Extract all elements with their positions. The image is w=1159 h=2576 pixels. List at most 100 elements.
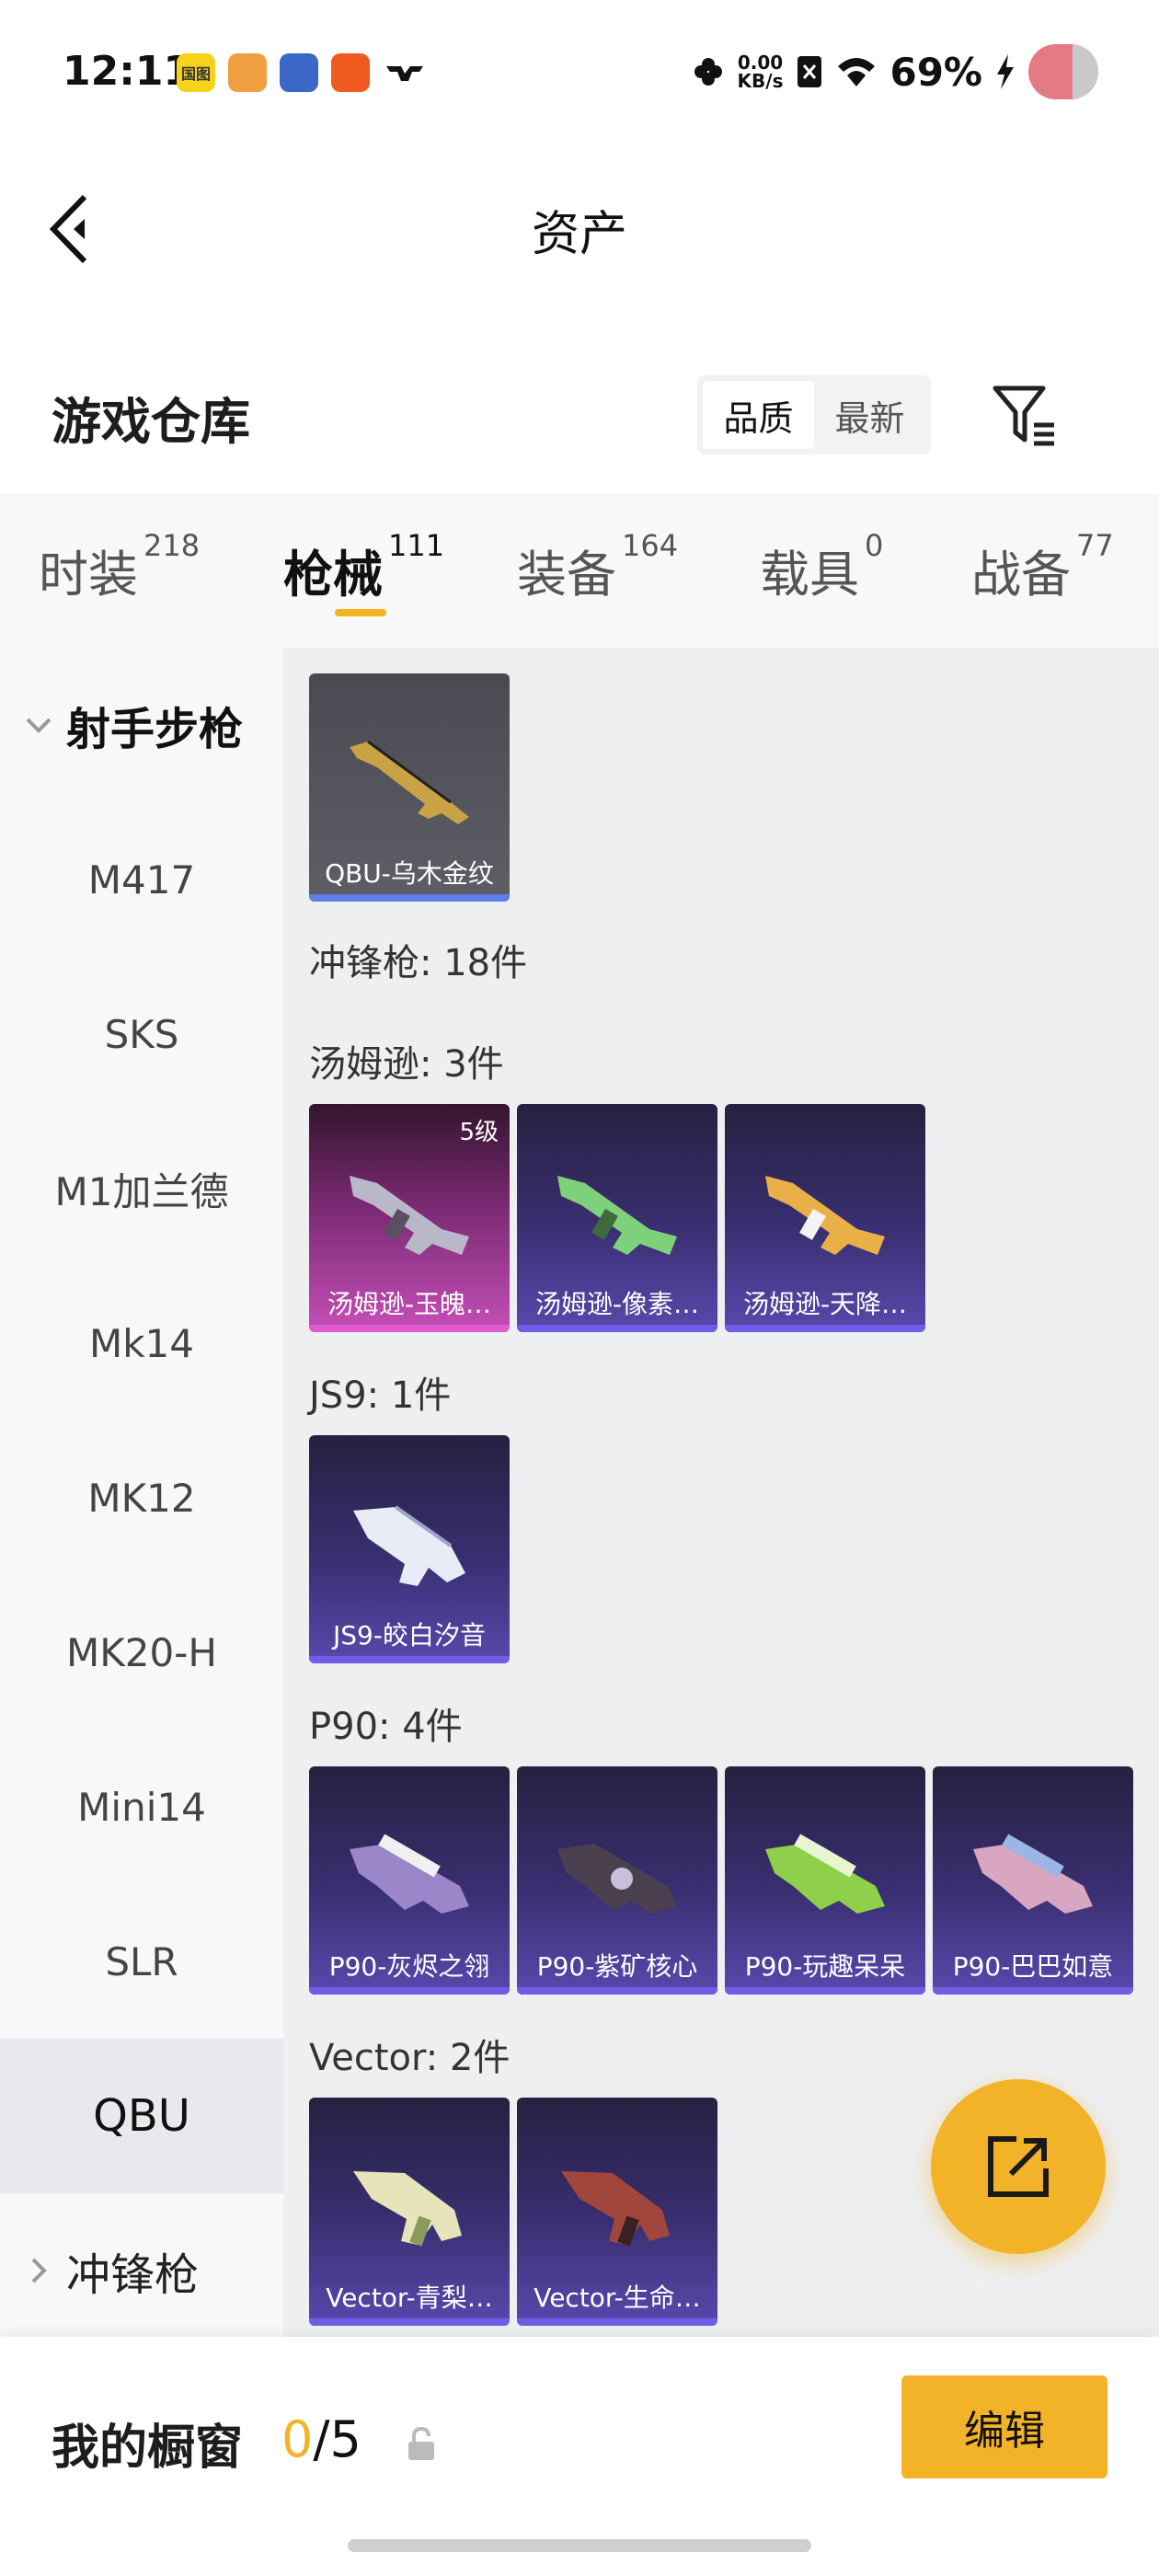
filter-icon bbox=[993, 385, 1054, 446]
page-title: 资产 bbox=[531, 207, 627, 262]
tab-label: 战备 bbox=[971, 546, 1071, 604]
skin-name: Vector-青梨… bbox=[326, 2283, 493, 2313]
skin-name: 汤姆逊-玉魄… bbox=[327, 1289, 492, 1319]
skin-name: QBU-乌木金纹 bbox=[325, 858, 494, 889]
rarity-bar bbox=[725, 1325, 925, 1332]
net-speed-unit: KB/s bbox=[737, 70, 784, 92]
skin-name: P90-玩趣呆呆 bbox=[744, 1951, 906, 1982]
tab-fashion[interactable]: 时装 218 bbox=[39, 528, 200, 606]
skin-card[interactable]: Vector-青梨… bbox=[309, 2098, 510, 2326]
skin-name: 汤姆逊-像素… bbox=[534, 1289, 700, 1319]
sidebar-group-label: 冲锋枪 bbox=[66, 2249, 200, 2301]
skin-name: P90-紫矿核心 bbox=[536, 1951, 698, 1982]
category-count-smg: 冲锋枪: 18件 bbox=[309, 942, 528, 984]
skin-name: P90-灰烬之翎 bbox=[328, 1951, 490, 1982]
skin-card[interactable]: P90-灰烬之翎 bbox=[309, 1766, 510, 1995]
sort-toggle: 品质 最新 bbox=[697, 375, 931, 454]
tab-vehicles[interactable]: 载具 0 bbox=[760, 528, 883, 606]
sidebar-item-qbu[interactable]: QBU bbox=[0, 2039, 283, 2193]
sim-off-icon bbox=[798, 56, 822, 87]
share-button[interactable] bbox=[931, 2079, 1106, 2254]
tab-equipment[interactable]: 装备 164 bbox=[517, 528, 678, 606]
showcase-bar: 我的橱窗 0/5 编辑 bbox=[0, 2337, 1159, 2576]
weapon-group-label: Vector: 2件 bbox=[309, 2037, 511, 2079]
skin-name: 汤姆逊-天降… bbox=[742, 1289, 908, 1319]
rarity-bar bbox=[725, 1987, 925, 1995]
rarity-bar bbox=[933, 1987, 1133, 1995]
showcase-title: 我的橱窗 bbox=[52, 2421, 244, 2476]
wifi-icon bbox=[838, 58, 876, 86]
rarity-bar bbox=[309, 1656, 510, 1663]
sidebar-item-mk20h[interactable]: MK20-H bbox=[0, 1575, 283, 1730]
sort-quality-button[interactable]: 品质 bbox=[703, 381, 814, 449]
sidebar-item-mk14[interactable]: Mk14 bbox=[0, 1266, 283, 1420]
rarity-bar bbox=[309, 1987, 510, 1995]
rarity-bar bbox=[309, 894, 510, 902]
sidebar-item-m417[interactable]: M417 bbox=[0, 802, 283, 957]
showcase-count: 0/5 bbox=[281, 2410, 361, 2468]
sidebar-item-mini14[interactable]: Mini14 bbox=[0, 1730, 283, 1884]
smg-icon bbox=[350, 1834, 469, 1914]
skin-card[interactable]: 汤姆逊-像素… bbox=[517, 1104, 717, 1332]
chevron-right-icon bbox=[31, 2258, 47, 2283]
category-tabs: 时装 218 枪械 111 装备 164 载具 0 战备 77 bbox=[0, 493, 1159, 648]
status-right: 0.00 KB/s 69% bbox=[692, 44, 1098, 99]
rarity-bar bbox=[517, 1987, 717, 1995]
warehouse-title: 游戏仓库 bbox=[52, 393, 250, 451]
sidebar-group-label: 射手步枪 bbox=[66, 704, 244, 755]
top-bar: 资产 bbox=[0, 147, 1159, 304]
smg-icon bbox=[353, 2171, 462, 2247]
flower-icon bbox=[694, 58, 722, 86]
level-badge: 5级 bbox=[459, 1119, 499, 1146]
tab-label: 时装 bbox=[39, 546, 138, 604]
smg-icon bbox=[350, 1176, 469, 1255]
rarity-bar bbox=[517, 1325, 717, 1332]
net-speed-value: 0.00 bbox=[737, 52, 784, 74]
share-icon bbox=[988, 2136, 1049, 2197]
rarity-bar bbox=[309, 2318, 510, 2326]
sidebar-item-slr[interactable]: SLR bbox=[0, 1884, 283, 2039]
skin-card[interactable]: 5级 汤姆逊-玉魄… bbox=[309, 1104, 510, 1332]
skin-card[interactable]: P90-玩趣呆呆 bbox=[725, 1766, 925, 1995]
tab-supplies[interactable]: 战备 77 bbox=[971, 528, 1114, 606]
active-tab-indicator bbox=[335, 609, 386, 616]
sidebar-item-mk12[interactable]: MK12 bbox=[0, 1420, 283, 1575]
sidebar-item-sks[interactable]: SKS bbox=[0, 957, 283, 1111]
tab-count: 77 bbox=[1076, 528, 1114, 563]
smg-icon bbox=[765, 1834, 885, 1914]
app-icon-2 bbox=[228, 53, 267, 92]
filter-button[interactable] bbox=[988, 379, 1061, 453]
skin-card[interactable]: Vector-生命… bbox=[517, 2098, 717, 2326]
tab-label: 枪械 bbox=[283, 546, 383, 604]
chevron-down-icon bbox=[26, 718, 52, 733]
app-icon-3 bbox=[280, 53, 318, 92]
sort-newest-button[interactable]: 最新 bbox=[814, 381, 925, 449]
skin-card[interactable]: JS9-皎白汐音 bbox=[309, 1435, 510, 1663]
weapon-group-label: P90: 4件 bbox=[309, 1706, 463, 1748]
sidebar-item-m1-garand[interactable]: M1加兰德 bbox=[0, 1111, 283, 1266]
edit-button[interactable]: 编辑 bbox=[901, 2375, 1107, 2478]
skin-card[interactable]: 汤姆逊-天降… bbox=[725, 1104, 925, 1332]
tab-count: 218 bbox=[143, 528, 201, 563]
sidebar-group-smg[interactable]: 冲锋枪 bbox=[0, 2193, 283, 2348]
status-bar: 12:11 国图 0.00 KB/s 69% bbox=[0, 0, 1159, 147]
showcase-current: 0 bbox=[281, 2410, 314, 2468]
smg-icon bbox=[353, 1505, 465, 1586]
skin-card[interactable]: QBU-乌木金纹 bbox=[309, 673, 510, 902]
tab-count: 164 bbox=[622, 528, 679, 563]
skin-card[interactable]: P90-紫矿核心 bbox=[517, 1766, 717, 1995]
rarity-bar bbox=[517, 2318, 717, 2326]
status-time: 12:11 bbox=[63, 48, 192, 95]
skin-name: Vector-生命… bbox=[534, 2283, 701, 2313]
showcase-total: /5 bbox=[313, 2410, 361, 2468]
home-indicator[interactable] bbox=[348, 2539, 811, 2552]
skin-card[interactable]: P90-巴巴如意 bbox=[933, 1766, 1133, 1995]
weapon-group-label: 汤姆逊: 3件 bbox=[309, 1043, 504, 1086]
tab-guns[interactable]: 枪械 111 bbox=[283, 528, 444, 606]
app-icon-4 bbox=[331, 53, 370, 92]
sidebar-group-marksman[interactable]: 射手步枪 bbox=[0, 648, 283, 802]
lock-icon bbox=[408, 2426, 434, 2460]
app-icon-1: 国图 bbox=[177, 53, 215, 92]
skin-name: P90-巴巴如意 bbox=[952, 1951, 1114, 1982]
rarity-bar bbox=[309, 1325, 510, 1332]
